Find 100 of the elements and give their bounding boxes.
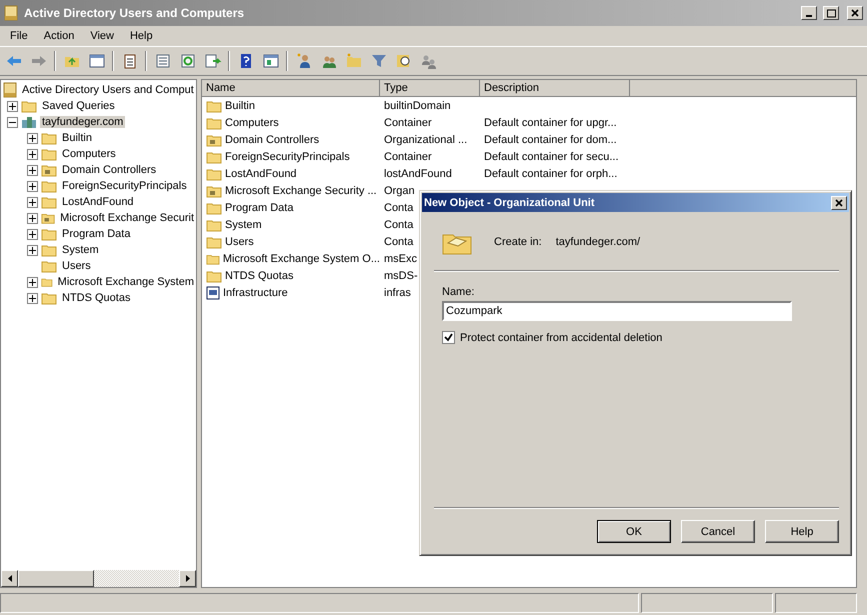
folder-icon bbox=[41, 163, 57, 177]
menu-item[interactable]: Action bbox=[36, 30, 82, 42]
expand-icon[interactable] bbox=[27, 164, 38, 176]
expand-icon[interactable] bbox=[27, 180, 38, 192]
expand-icon[interactable] bbox=[27, 196, 38, 208]
table-cell: Builtin bbox=[225, 100, 255, 112]
tree-item[interactable]: Microsoft Exchange System bbox=[56, 276, 196, 288]
folder-icon bbox=[21, 99, 37, 113]
tree-item[interactable]: Builtin bbox=[60, 132, 94, 144]
right-arrow-icon bbox=[186, 575, 190, 582]
checkbox-label: Protect container from accidental deletion bbox=[460, 332, 662, 344]
close-button[interactable] bbox=[831, 196, 847, 210]
console-icon bbox=[3, 82, 17, 98]
table-cell: Default container for dom... bbox=[484, 134, 617, 146]
scrollbar-thumb[interactable] bbox=[18, 570, 94, 587]
table-cell: Conta bbox=[384, 202, 414, 214]
menu-item[interactable]: View bbox=[82, 30, 122, 42]
tree-item[interactable]: Program Data bbox=[60, 228, 132, 240]
table-cell: LostAndFound bbox=[225, 168, 297, 180]
dialog-button[interactable]: Help bbox=[765, 520, 839, 543]
expand-icon[interactable] bbox=[27, 276, 38, 288]
table-cell: Organ bbox=[384, 184, 415, 196]
dialog-title: New Object - Organizational Unit bbox=[424, 196, 596, 208]
tree-item[interactable]: Active Directory Users and Comput bbox=[20, 84, 196, 96]
expand-icon[interactable] bbox=[7, 100, 18, 112]
tree-item[interactable]: System bbox=[60, 244, 101, 256]
table-cell: Container bbox=[384, 150, 432, 162]
folder-icon bbox=[206, 200, 222, 214]
expand-icon[interactable] bbox=[27, 132, 38, 144]
folder-icon bbox=[41, 179, 57, 193]
maximize-button[interactable] bbox=[823, 6, 839, 20]
table-cell: Conta bbox=[384, 218, 414, 230]
collapse-icon[interactable] bbox=[7, 116, 18, 128]
table-cell: Domain Controllers bbox=[225, 134, 320, 146]
buildings-icon bbox=[21, 115, 37, 129]
create-in-label: Create in: bbox=[494, 236, 542, 248]
table-cell: NTDS Quotas bbox=[225, 270, 294, 282]
table-cell: lostAndFound bbox=[384, 168, 452, 180]
table-cell: ForeignSecurityPrincipals bbox=[225, 150, 350, 162]
table-cell: Users bbox=[225, 236, 254, 248]
table-cell: System bbox=[225, 218, 262, 230]
expand-icon[interactable] bbox=[27, 292, 38, 304]
table-cell: Infrastructure bbox=[223, 286, 288, 298]
name-field[interactable]: Cozumpark bbox=[442, 301, 792, 321]
column-header[interactable]: Name bbox=[202, 80, 380, 97]
expand-icon[interactable] bbox=[27, 244, 38, 256]
window-title: Active Directory Users and Computers bbox=[24, 6, 246, 20]
tree-item[interactable]: Microsoft Exchange Securit bbox=[58, 212, 196, 224]
tree-item[interactable]: ForeignSecurityPrincipals bbox=[60, 180, 189, 192]
folder-icon bbox=[206, 150, 222, 164]
table-cell: Microsoft Exchange Security ... bbox=[225, 184, 377, 196]
folder-icon bbox=[206, 184, 222, 198]
folder-icon bbox=[41, 227, 57, 241]
table-cell: Default container for secu... bbox=[484, 150, 619, 162]
minimize-button[interactable] bbox=[801, 6, 817, 20]
folder-icon bbox=[206, 268, 222, 282]
expand-icon[interactable] bbox=[27, 212, 38, 224]
dialog-button[interactable]: Cancel bbox=[681, 520, 755, 543]
folder-icon bbox=[206, 116, 222, 130]
expand-icon[interactable] bbox=[27, 228, 38, 240]
close-icon bbox=[835, 198, 843, 206]
dialog-button[interactable]: OK bbox=[597, 520, 671, 543]
table-cell: Default container for orph... bbox=[484, 168, 618, 180]
column-header[interactable]: Type bbox=[380, 80, 480, 97]
console-icon bbox=[4, 5, 18, 21]
folder-icon bbox=[206, 132, 222, 146]
folder-icon bbox=[206, 234, 222, 248]
folder-icon bbox=[41, 211, 56, 225]
table-cell: msDS- bbox=[384, 270, 418, 282]
folder-icon bbox=[41, 131, 57, 145]
menu-item[interactable]: File bbox=[2, 30, 36, 42]
table-cell: Conta bbox=[384, 236, 414, 248]
tree-item[interactable]: Saved Queries bbox=[40, 100, 117, 112]
folder-icon bbox=[41, 291, 57, 305]
tree-item[interactable]: LostAndFound bbox=[60, 196, 136, 208]
left-arrow-icon bbox=[8, 575, 12, 582]
name-label: Name: bbox=[442, 286, 476, 298]
table-cell: builtinDomain bbox=[384, 100, 451, 112]
tree-item[interactable]: NTDS Quotas bbox=[60, 292, 132, 304]
tree-item[interactable]: Computers bbox=[60, 148, 118, 160]
table-cell: Container bbox=[384, 116, 432, 128]
maximize-icon bbox=[826, 8, 836, 18]
table-cell: msExc bbox=[384, 252, 417, 264]
menu-item[interactable]: Help bbox=[122, 30, 161, 42]
folder-icon bbox=[41, 195, 57, 209]
folder-icon bbox=[206, 166, 222, 180]
close-button[interactable] bbox=[847, 6, 863, 20]
table-cell: Organizational ... bbox=[384, 134, 468, 146]
tree-item[interactable]: Domain Controllers bbox=[60, 164, 158, 176]
scroll-right-button[interactable] bbox=[179, 570, 196, 587]
folder-icon bbox=[41, 243, 57, 257]
table-cell: Computers bbox=[225, 116, 279, 128]
column-header[interactable]: Description bbox=[480, 80, 630, 97]
tree-item[interactable]: Users bbox=[60, 260, 93, 272]
close-icon bbox=[851, 9, 859, 17]
folder-icon bbox=[206, 218, 222, 232]
tree-item[interactable]: tayfundeger.com bbox=[40, 116, 126, 128]
protect-checkbox[interactable] bbox=[442, 331, 455, 344]
scroll-left-button[interactable] bbox=[1, 570, 18, 587]
expand-icon[interactable] bbox=[27, 148, 38, 160]
